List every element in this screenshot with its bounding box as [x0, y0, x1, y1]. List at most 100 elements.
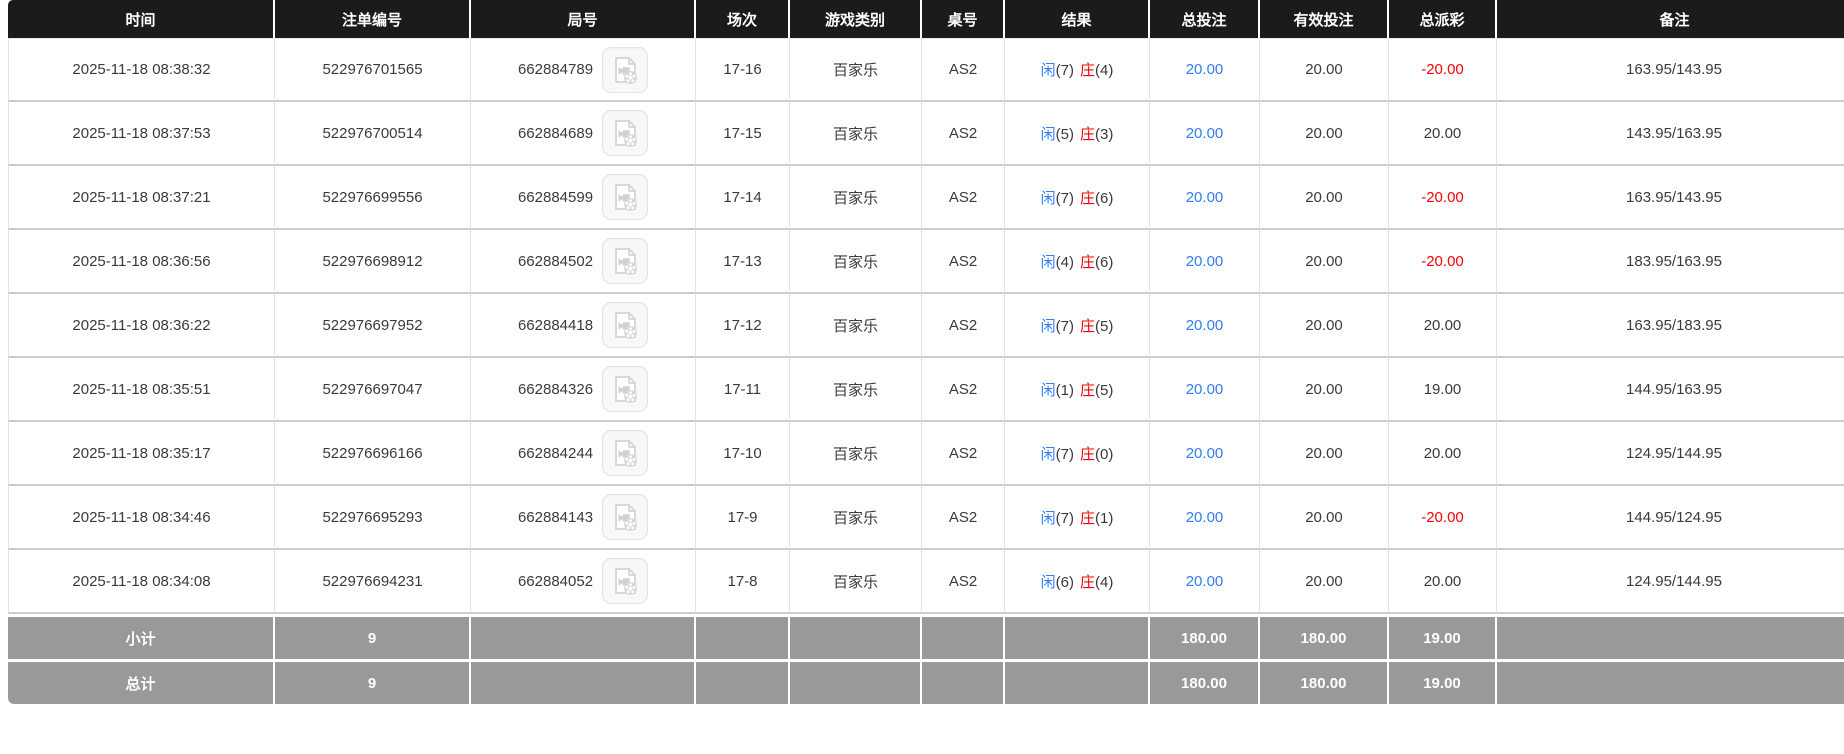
col-header-time: 时间	[8, 0, 275, 38]
col-header-round-no: 局号	[471, 0, 696, 38]
table-header: 时间 注单编号 局号 场次 游戏类别 桌号 结果 总投注 有效投注 总派彩 备注	[8, 0, 1844, 38]
banker-result-label: 庄	[1080, 62, 1096, 79]
session-cell: 17-8	[696, 550, 790, 614]
time-cell: 2025-11-18 08:36:56	[8, 230, 275, 294]
video-playback-button[interactable]	[602, 430, 649, 476]
game-type-cell: 百家乐	[790, 550, 922, 614]
video-playback-button[interactable]	[602, 494, 649, 540]
total-bet-cell: 20.00	[1150, 486, 1260, 550]
remark-cell: 163.95/183.95	[1497, 294, 1844, 358]
table-row: 2025-11-18 08:34:46 522976695293 6628841…	[8, 486, 1844, 550]
total-payout-cell: -20.00	[1389, 38, 1497, 102]
game-type-cell: 百家乐	[790, 38, 922, 102]
order-no-cell: 522976697952	[275, 294, 471, 358]
table-footer: 小计 9 180.00 180.00 19.00 总计 9 180.00 180…	[8, 614, 1844, 704]
total-bet-cell: 20.00	[1150, 102, 1260, 166]
time-cell: 2025-11-18 08:36:22	[8, 294, 275, 358]
banker-result-label: 庄	[1080, 445, 1096, 463]
video-playback-button[interactable]	[602, 302, 649, 348]
col-header-remark: 备注	[1497, 0, 1844, 38]
banker-result-label: 庄	[1080, 573, 1096, 591]
col-header-total-bet: 总投注	[1150, 0, 1260, 38]
col-header-valid-bet: 有效投注	[1260, 0, 1389, 38]
player-result-label: 闲	[1040, 125, 1056, 143]
round-no-cell: 662884789	[471, 38, 696, 102]
player-result-label: 闲	[1040, 573, 1056, 591]
player-result-score: (7)	[1055, 445, 1074, 463]
order-no-cell: 522976697047	[275, 358, 471, 422]
player-result-label: 闲	[1040, 62, 1056, 79]
remark-cell: 144.95/124.95	[1497, 486, 1844, 550]
time-cell: 2025-11-18 08:38:32	[8, 38, 275, 102]
total-payout-cell: 20.00	[1389, 550, 1497, 614]
summary-total-bet-cell: 180.00	[1150, 662, 1260, 704]
total-bet-cell: 20.00	[1150, 550, 1260, 614]
banker-result-score: (3)	[1095, 125, 1114, 143]
col-header-game-type: 游戏类别	[790, 0, 922, 38]
session-cell: 17-16	[696, 38, 790, 102]
video-playback-button[interactable]	[602, 110, 649, 156]
session-cell: 17-10	[696, 422, 790, 486]
table-row: 2025-11-18 08:37:21 522976699556 6628845…	[8, 166, 1844, 230]
session-cell: 17-13	[696, 230, 790, 294]
banker-result-label: 庄	[1080, 125, 1096, 143]
video-playback-button[interactable]	[602, 366, 649, 412]
remark-cell: 183.95/163.95	[1497, 230, 1844, 294]
game-type-cell: 百家乐	[790, 422, 922, 486]
table-row: 2025-11-18 08:36:56 522976698912 6628845…	[8, 230, 1844, 294]
player-result-score: (7)	[1055, 62, 1074, 79]
time-cell: 2025-11-18 08:34:46	[8, 486, 275, 550]
order-no-cell: 522976694231	[275, 550, 471, 614]
total-bet-cell: 20.00	[1150, 422, 1260, 486]
col-header-result: 结果	[1005, 0, 1150, 38]
summary-count-cell: 9	[275, 614, 471, 662]
player-result-score: (5)	[1055, 125, 1074, 143]
total-payout-cell: -20.00	[1389, 230, 1497, 294]
total-payout-cell: 20.00	[1389, 102, 1497, 166]
table-row: 2025-11-18 08:35:51 522976697047 6628843…	[8, 358, 1844, 422]
round-no: 662884502	[517, 252, 594, 270]
video-playback-button[interactable]	[602, 174, 649, 220]
time-cell: 2025-11-18 08:35:51	[8, 358, 275, 422]
player-result-label: 闲	[1040, 253, 1056, 271]
table-row: 2025-11-18 08:36:22 522976697952 6628844…	[8, 294, 1844, 358]
video-file-icon	[615, 312, 638, 339]
round-no-cell: 662884143	[471, 486, 696, 550]
video-file-icon	[615, 248, 638, 275]
order-no-cell: 522976700514	[275, 102, 471, 166]
video-file-icon	[615, 184, 638, 211]
result-cell: 闲(7) 庄(4)	[1005, 38, 1150, 102]
table-no-cell: AS2	[922, 38, 1005, 102]
remark-cell: 163.95/143.95	[1497, 38, 1844, 102]
total-bet-cell: 20.00	[1150, 166, 1260, 230]
round-no-cell: 662884326	[471, 358, 696, 422]
header-row: 时间 注单编号 局号 场次 游戏类别 桌号 结果 总投注 有效投注 总派彩 备注	[8, 0, 1844, 38]
valid-bet-cell: 20.00	[1260, 294, 1389, 358]
total-bet-cell: 20.00	[1150, 358, 1260, 422]
video-playback-button[interactable]	[602, 238, 649, 284]
table-no-cell: AS2	[922, 230, 1005, 294]
player-result-label: 闲	[1040, 317, 1056, 335]
video-playback-button[interactable]	[602, 558, 649, 604]
banker-result-score: (0)	[1095, 445, 1114, 463]
table-no-cell: AS2	[922, 102, 1005, 166]
valid-bet-cell: 20.00	[1260, 358, 1389, 422]
round-no: 662884052	[517, 572, 594, 590]
result-cell: 闲(6) 庄(4)	[1005, 550, 1150, 614]
banker-result-score: (5)	[1095, 317, 1114, 335]
game-type-cell: 百家乐	[790, 102, 922, 166]
remark-cell: 143.95/163.95	[1497, 102, 1844, 166]
table-row: 2025-11-18 08:38:32 522976701565 6628847…	[8, 38, 1844, 102]
result-cell: 闲(5) 庄(3)	[1005, 102, 1150, 166]
col-header-order-no: 注单编号	[275, 0, 471, 38]
table-row: 2025-11-18 08:37:53 522976700514 6628846…	[8, 102, 1844, 166]
banker-result-label: 庄	[1080, 253, 1096, 271]
video-file-icon	[615, 440, 638, 467]
banker-result-score: (6)	[1095, 189, 1114, 207]
total-payout-cell: 20.00	[1389, 422, 1497, 486]
banker-result-label: 庄	[1080, 317, 1096, 335]
round-no-cell: 662884244	[471, 422, 696, 486]
video-file-icon	[615, 568, 638, 595]
video-playback-button[interactable]	[602, 46, 649, 93]
video-file-icon	[615, 504, 638, 531]
